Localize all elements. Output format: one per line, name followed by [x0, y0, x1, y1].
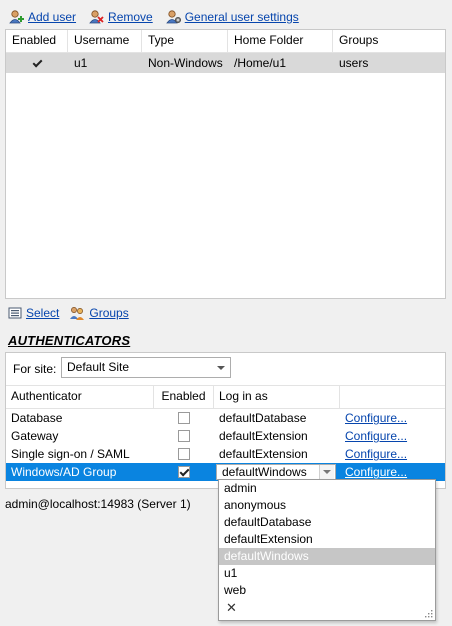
groups-cell: users — [339, 56, 369, 70]
table-row[interactable]: Single sign-on / SAML defaultExtension C… — [6, 445, 445, 463]
login-as-dropdown[interactable]: admin anonymous defaultDatabase defaultE… — [218, 479, 436, 621]
user-add-icon — [9, 10, 24, 24]
table-row[interactable]: Gateway defaultExtension Configure... — [6, 427, 445, 445]
login-as-cell[interactable]: defaultDatabase — [214, 409, 340, 427]
column-header-enabled[interactable]: Enabled — [154, 386, 214, 408]
configure-link[interactable]: Configure... — [345, 447, 407, 461]
chevron-down-icon[interactable] — [319, 465, 334, 479]
remove-user-button[interactable]: Remove — [88, 9, 153, 25]
enabled-cell — [154, 463, 214, 481]
login-as-cell[interactable]: defaultExtension — [214, 427, 340, 445]
user-actions-bar: Select Groups — [8, 305, 129, 321]
dropdown-option-defaultextension[interactable]: defaultExtension — [219, 531, 435, 548]
users-table[interactable]: Enabled Username Type Home Folder Groups… — [5, 29, 446, 299]
enabled-checkbox[interactable] — [178, 412, 190, 424]
configure-link[interactable]: Configure... — [345, 429, 407, 443]
column-header-authenticator[interactable]: Authenticator — [6, 386, 154, 408]
authenticator-name: Gateway — [11, 429, 59, 443]
authenticators-heading: AUTHENTICATORS — [8, 333, 131, 348]
dropdown-option-anonymous[interactable]: anonymous — [219, 497, 435, 514]
status-bar: admin@localhost:14983 (Server 1) — [5, 497, 191, 511]
authenticators-table[interactable]: Authenticator Enabled Log in as Database… — [6, 385, 445, 481]
site-select[interactable]: Default Site — [61, 357, 231, 378]
enabled-cell — [154, 427, 214, 445]
authenticators-table-header: Authenticator Enabled Log in as — [6, 385, 445, 409]
column-header-action — [340, 386, 445, 408]
column-header-login-as[interactable]: Log in as — [214, 386, 340, 408]
for-site-label: For site: — [13, 362, 57, 376]
enabled-checkbox[interactable] — [31, 57, 43, 69]
column-header-type[interactable]: Type — [142, 30, 228, 52]
column-header-username[interactable]: Username — [68, 30, 142, 52]
username-cell: u1 — [74, 56, 88, 70]
login-as-combo-value: defaultWindows — [222, 465, 307, 479]
configure-link[interactable]: Configure... — [345, 411, 407, 425]
dropdown-option-web[interactable]: web — [219, 582, 435, 599]
enabled-cell — [6, 53, 68, 73]
authenticator-name: Windows/AD Group — [11, 465, 117, 479]
authenticator-name: Single sign-on / SAML — [11, 447, 130, 461]
column-header-home-folder[interactable]: Home Folder — [228, 30, 333, 52]
login-as-combo[interactable]: defaultWindows — [216, 464, 336, 480]
user-settings-icon — [165, 10, 181, 24]
dropdown-option-defaultdatabase[interactable]: defaultDatabase — [219, 514, 435, 531]
login-as-cell[interactable]: defaultExtension — [214, 445, 340, 463]
site-select-value: Default Site — [67, 360, 130, 374]
enabled-checkbox[interactable] — [178, 448, 190, 460]
users-table-header: Enabled Username Type Home Folder Groups — [6, 30, 445, 53]
dropdown-option-defaultwindows[interactable]: defaultWindows — [219, 548, 435, 565]
groups-link[interactable]: Groups — [89, 306, 128, 320]
enabled-checkbox[interactable] — [178, 466, 190, 478]
type-cell: Non-Windows — [148, 56, 223, 70]
column-header-enabled[interactable]: Enabled — [6, 30, 68, 52]
enabled-cell — [154, 409, 214, 427]
groups-icon — [70, 307, 85, 320]
add-user-button[interactable]: Add user — [8, 9, 76, 25]
table-row[interactable]: Database defaultDatabase Configure... — [6, 409, 445, 427]
resize-grip-icon[interactable] — [424, 609, 433, 618]
enabled-checkbox[interactable] — [178, 430, 190, 442]
clear-selection-icon[interactable]: ✕ — [219, 599, 435, 616]
chevron-down-icon — [217, 366, 225, 370]
dropdown-option-admin[interactable]: admin — [219, 480, 435, 497]
authenticator-name: Database — [11, 411, 63, 425]
general-settings-label[interactable]: General user settings — [185, 10, 299, 24]
user-remove-icon — [89, 10, 104, 24]
home-folder-cell: /Home/u1 — [234, 56, 287, 70]
general-settings-button[interactable]: General user settings — [165, 9, 299, 25]
select-list-icon — [8, 307, 22, 319]
select-link[interactable]: Select — [26, 306, 59, 320]
remove-label[interactable]: Remove — [108, 10, 153, 24]
users-toolbar: Add user Remove General user settings — [8, 8, 311, 26]
dropdown-option-u1[interactable]: u1 — [219, 565, 435, 582]
table-row[interactable]: u1 Non-Windows /Home/u1 users — [6, 53, 445, 73]
configure-link[interactable]: Configure... — [345, 465, 407, 479]
add-user-label[interactable]: Add user — [28, 10, 76, 24]
enabled-cell — [154, 445, 214, 463]
column-header-groups[interactable]: Groups — [333, 30, 445, 52]
